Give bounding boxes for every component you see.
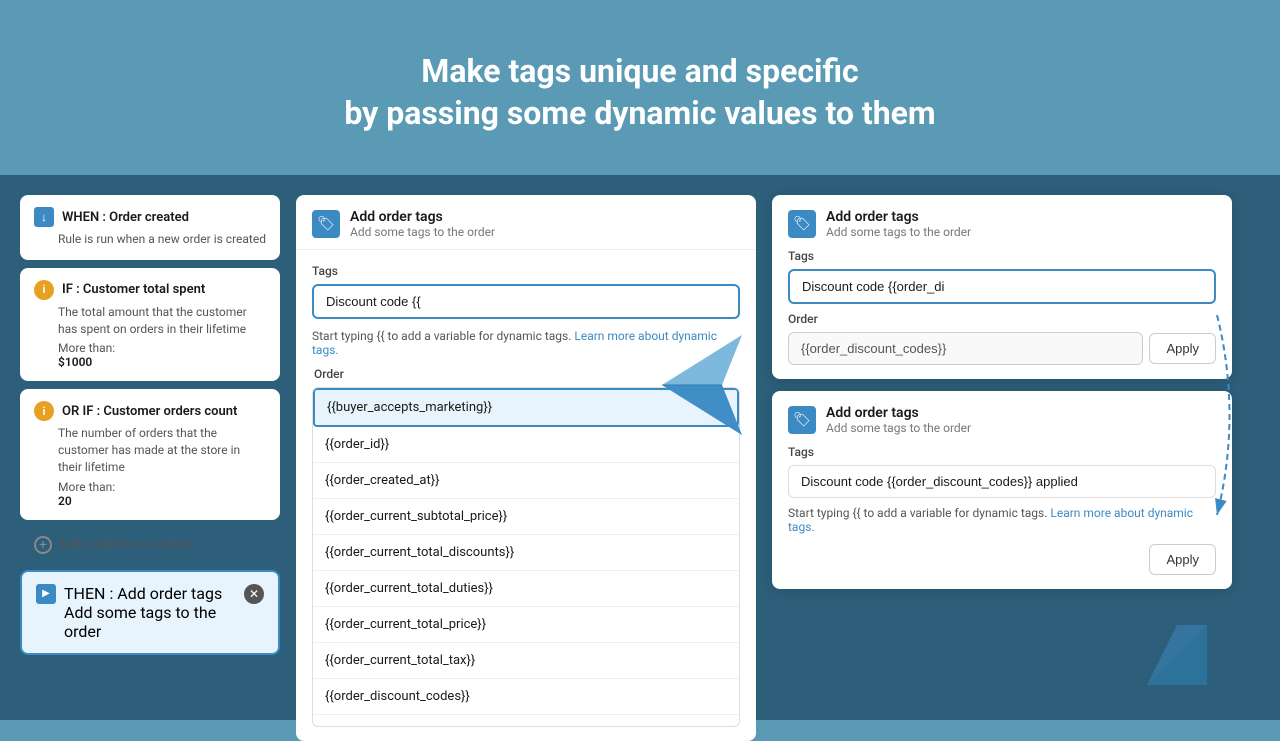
- dropdown-item[interactable]: {{order_current_total_price}}: [313, 607, 739, 643]
- if1-card[interactable]: i IF : Customer total spent The total am…: [20, 268, 280, 382]
- right-top-title: Add order tags: [826, 209, 971, 225]
- dropdown-item[interactable]: {{order_created_at}}: [313, 463, 739, 499]
- tags-label: Tags: [312, 264, 740, 278]
- if2-amount: 20: [58, 494, 72, 508]
- when-icon: ↓: [34, 207, 54, 227]
- right-panel-top: 🏷 Add order tags Add some tags to the or…: [772, 195, 1232, 379]
- bottom-hint: Start typing {{ to add a variable for dy…: [788, 506, 1216, 534]
- if2-card[interactable]: i OR IF : Customer orders count The numb…: [20, 389, 280, 519]
- dropdown-item[interactable]: {{order_current_total_tax}}: [313, 643, 739, 679]
- center-panel-icon: 🏷: [312, 210, 340, 238]
- dropdown-item[interactable]: {{buyer_accepts_marketing}}: [313, 388, 739, 427]
- order-section-label: Order: [312, 367, 740, 381]
- add-condition-label: Add condition or action: [58, 537, 192, 552]
- center-panel-header-text: Add order tags Add some tags to the orde…: [350, 209, 495, 239]
- tags-hint: Start typing {{ to add a variable for dy…: [312, 329, 740, 357]
- dropdown-list: {{buyer_accepts_marketing}}{{order_id}}{…: [312, 387, 740, 727]
- right-panel-bottom-header: 🏷 Add order tags Add some tags to the or…: [788, 405, 1216, 435]
- dropdown-item[interactable]: {{order_current_total_discounts}}: [313, 535, 739, 571]
- close-button[interactable]: ✕: [244, 584, 264, 604]
- if1-header: i IF : Customer total spent: [34, 280, 266, 300]
- right-panel-bottom: 🏷 Add order tags Add some tags to the or…: [772, 391, 1232, 589]
- if1-more-label: More than:: [58, 341, 115, 355]
- when-card[interactable]: ↓ WHEN : Order created Rule is run when …: [20, 195, 280, 260]
- right-bottom-tags-label: Tags: [788, 445, 1216, 459]
- then-text: THEN : Add order tags Add some tags to t…: [64, 584, 236, 641]
- then-card[interactable]: ▶ THEN : Add order tags Add some tags to…: [20, 570, 280, 655]
- center-panel-subtitle: Add some tags to the order: [350, 225, 495, 239]
- center-panel-body: Tags Start typing {{ to add a variable f…: [296, 250, 756, 741]
- right-bottom-icon: 🏷: [788, 406, 816, 434]
- plus-icon: +: [34, 536, 52, 554]
- bottom-apply-button[interactable]: Apply: [1149, 544, 1216, 575]
- bottom-hint-text: Start typing {{ to add a variable for dy…: [788, 506, 1047, 520]
- right-bottom-header-text: Add order tags Add some tags to the orde…: [826, 405, 971, 435]
- center-panel: 🏷 Add order tags Add some tags to the or…: [296, 195, 756, 700]
- hero-section: Make tags unique and specific by passing…: [0, 0, 1280, 175]
- then-title: THEN : Add order tags: [64, 584, 236, 603]
- right-top-header-text: Add order tags Add some tags to the orde…: [826, 209, 971, 239]
- hint-text: Start typing {{ to add a variable for dy…: [312, 329, 571, 343]
- dropdown-item[interactable]: {{order_current_subtotal_price}}: [313, 499, 739, 535]
- if2-more-label: More than:: [58, 480, 115, 494]
- right-bottom-subtitle: Add some tags to the order: [826, 421, 971, 435]
- hero-line1: Make tags unique and specific: [344, 51, 935, 93]
- when-header: ↓ WHEN : Order created: [34, 207, 266, 227]
- then-desc: Add some tags to the order: [64, 603, 236, 641]
- right-top-subtitle: Add some tags to the order: [826, 225, 971, 239]
- sidebar: ↓ WHEN : Order created Rule is run when …: [20, 195, 280, 700]
- main-area: ↓ WHEN : Order created Rule is run when …: [0, 175, 1280, 720]
- center-panel-title: Add order tags: [350, 209, 495, 225]
- dropdown-item[interactable]: {{order_fulfillment_status}}: [313, 715, 739, 727]
- right-top-tags-input[interactable]: [788, 269, 1216, 304]
- add-condition-button[interactable]: + Add condition or action: [20, 528, 280, 562]
- if1-desc: The total amount that the customer has s…: [58, 304, 266, 338]
- right-top-apply-button[interactable]: Apply: [1149, 333, 1216, 364]
- dropdown-item[interactable]: {{order_discount_codes}}: [313, 679, 739, 715]
- right-top-icon: 🏷: [788, 210, 816, 238]
- bottom-triangle: [1142, 620, 1212, 690]
- if2-header: i OR IF : Customer orders count: [34, 401, 266, 421]
- tags-input[interactable]: [312, 284, 740, 319]
- dropdown-item[interactable]: {{order_id}}: [313, 427, 739, 463]
- right-bottom-tags-input[interactable]: [788, 465, 1216, 498]
- if2-more: More than: 20: [58, 480, 266, 508]
- if1-amount: $1000: [58, 355, 92, 369]
- when-title: WHEN : Order created: [62, 210, 189, 225]
- then-card-content: ▶ THEN : Add order tags Add some tags to…: [36, 584, 236, 641]
- if2-desc: The number of orders that the customer h…: [58, 425, 266, 475]
- right-top-order-row: Apply: [788, 332, 1216, 365]
- if2-icon: i: [34, 401, 54, 421]
- if2-title: OR IF : Customer orders count: [62, 404, 237, 419]
- if1-icon: i: [34, 280, 54, 300]
- when-desc: Rule is run when a new order is created: [58, 231, 266, 248]
- right-panels: 🏷 Add order tags Add some tags to the or…: [772, 195, 1232, 700]
- if1-title: IF : Customer total spent: [62, 282, 205, 297]
- right-top-order-input[interactable]: [788, 332, 1143, 365]
- dropdown-item[interactable]: {{order_current_total_duties}}: [313, 571, 739, 607]
- right-top-tags-label: Tags: [788, 249, 1216, 263]
- hero-title: Make tags unique and specific by passing…: [344, 51, 935, 134]
- center-panel-card: 🏷 Add order tags Add some tags to the or…: [296, 195, 756, 741]
- bottom-apply-row: Apply: [788, 544, 1216, 575]
- right-top-order-label: Order: [788, 312, 1216, 326]
- center-panel-header: 🏷 Add order tags Add some tags to the or…: [296, 195, 756, 250]
- right-bottom-title: Add order tags: [826, 405, 971, 421]
- then-icon: ▶: [36, 584, 56, 604]
- if1-more: More than: $1000: [58, 341, 266, 369]
- hero-line2: by passing some dynamic values to them: [344, 93, 935, 135]
- right-panel-top-header: 🏷 Add order tags Add some tags to the or…: [788, 209, 1216, 239]
